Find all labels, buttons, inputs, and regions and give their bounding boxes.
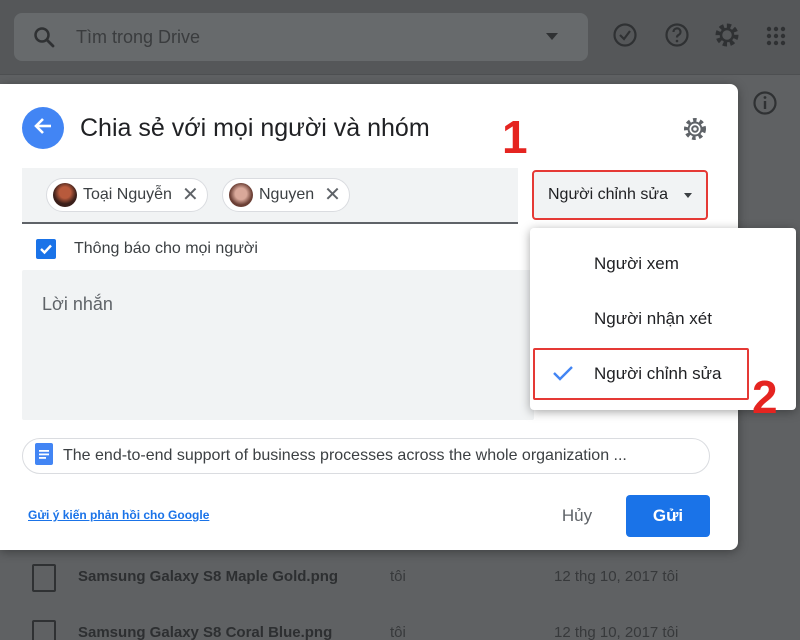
file-owner: tôi [390, 624, 406, 640]
step-marker-1: 1 [502, 111, 528, 163]
person-chip[interactable]: Toại Nguyễn ✕ [46, 178, 208, 212]
settings-icon[interactable] [714, 22, 740, 53]
file-name: Samsung Galaxy S8 Coral Blue.png [78, 624, 333, 640]
document-name: The end-to-end support of business proce… [63, 447, 627, 464]
search-options-icon[interactable] [546, 33, 558, 40]
apps-grid-icon[interactable] [766, 26, 786, 51]
caret-down-icon [684, 193, 692, 198]
notify-option[interactable]: Thông báo cho mọi người [36, 238, 258, 260]
back-button[interactable] [22, 107, 64, 149]
file-modified: 12 thg 10, 2017 tôi [554, 568, 679, 585]
file-owner: tôi [390, 568, 406, 585]
role-option-commenter[interactable]: Người nhận xét [530, 293, 796, 345]
feedback-link[interactable]: Gửi ý kiến phản hồi cho Google [28, 508, 209, 522]
notify-checkbox[interactable] [36, 239, 56, 259]
file-modified: 12 thg 10, 2017 tôi [554, 624, 679, 640]
role-option-viewer[interactable]: Người xem [530, 238, 796, 290]
search-input[interactable]: Tìm trong Drive [76, 27, 200, 48]
offline-check-icon[interactable] [612, 22, 638, 53]
role-select[interactable]: Người chỉnh sửa [532, 170, 708, 220]
people-input[interactable]: Toại Nguyễn ✕ Nguyen ✕ [22, 168, 518, 224]
message-textarea[interactable]: Lời nhắn [22, 270, 534, 420]
send-button[interactable]: Gửi [626, 495, 710, 537]
shared-document-chip: The end-to-end support of business proce… [22, 438, 710, 474]
avatar [229, 183, 253, 207]
file-name: Samsung Galaxy S8 Maple Gold.png [78, 568, 339, 585]
role-option-editor[interactable]: Người chỉnh sửa [533, 348, 749, 400]
person-name: Nguyen [259, 186, 315, 203]
role-option-label: Người xem [594, 254, 679, 273]
step-marker-2: 2 [752, 371, 778, 423]
remove-person-icon[interactable]: ✕ [324, 185, 341, 205]
file-row[interactable]: Samsung Galaxy S8 Coral Blue.png tôi 12 … [0, 612, 800, 640]
google-docs-icon [35, 442, 53, 470]
remove-person-icon[interactable]: ✕ [182, 185, 199, 205]
arrow-left-icon [32, 115, 54, 142]
info-icon[interactable] [752, 90, 778, 121]
help-icon[interactable] [664, 22, 690, 53]
file-icon [32, 620, 56, 640]
role-option-label: Người chỉnh sửa [594, 364, 722, 383]
person-chip[interactable]: Nguyen ✕ [222, 178, 350, 212]
role-select-value: Người chỉnh sửa [548, 186, 668, 203]
avatar [53, 183, 77, 207]
cancel-button[interactable]: Hủy [548, 500, 606, 532]
share-settings-icon[interactable] [682, 116, 708, 147]
file-icon [32, 564, 56, 592]
drive-search-box[interactable]: Tìm trong Drive [14, 13, 588, 61]
file-row[interactable]: Samsung Galaxy S8 Maple Gold.png tôi 12 … [0, 556, 800, 612]
role-option-label: Người nhận xét [594, 309, 712, 328]
person-name: Toại Nguyễn [83, 186, 172, 203]
search-icon[interactable] [32, 25, 56, 54]
topbar-divider [0, 74, 800, 75]
checkmark-icon [552, 364, 574, 387]
dialog-title: Chia sẻ với mọi người và nhóm [80, 114, 430, 142]
drive-topbar: Tìm trong Drive [0, 0, 800, 74]
message-placeholder: Lời nhắn [42, 294, 113, 314]
notify-label: Thông báo cho mọi người [74, 240, 258, 257]
